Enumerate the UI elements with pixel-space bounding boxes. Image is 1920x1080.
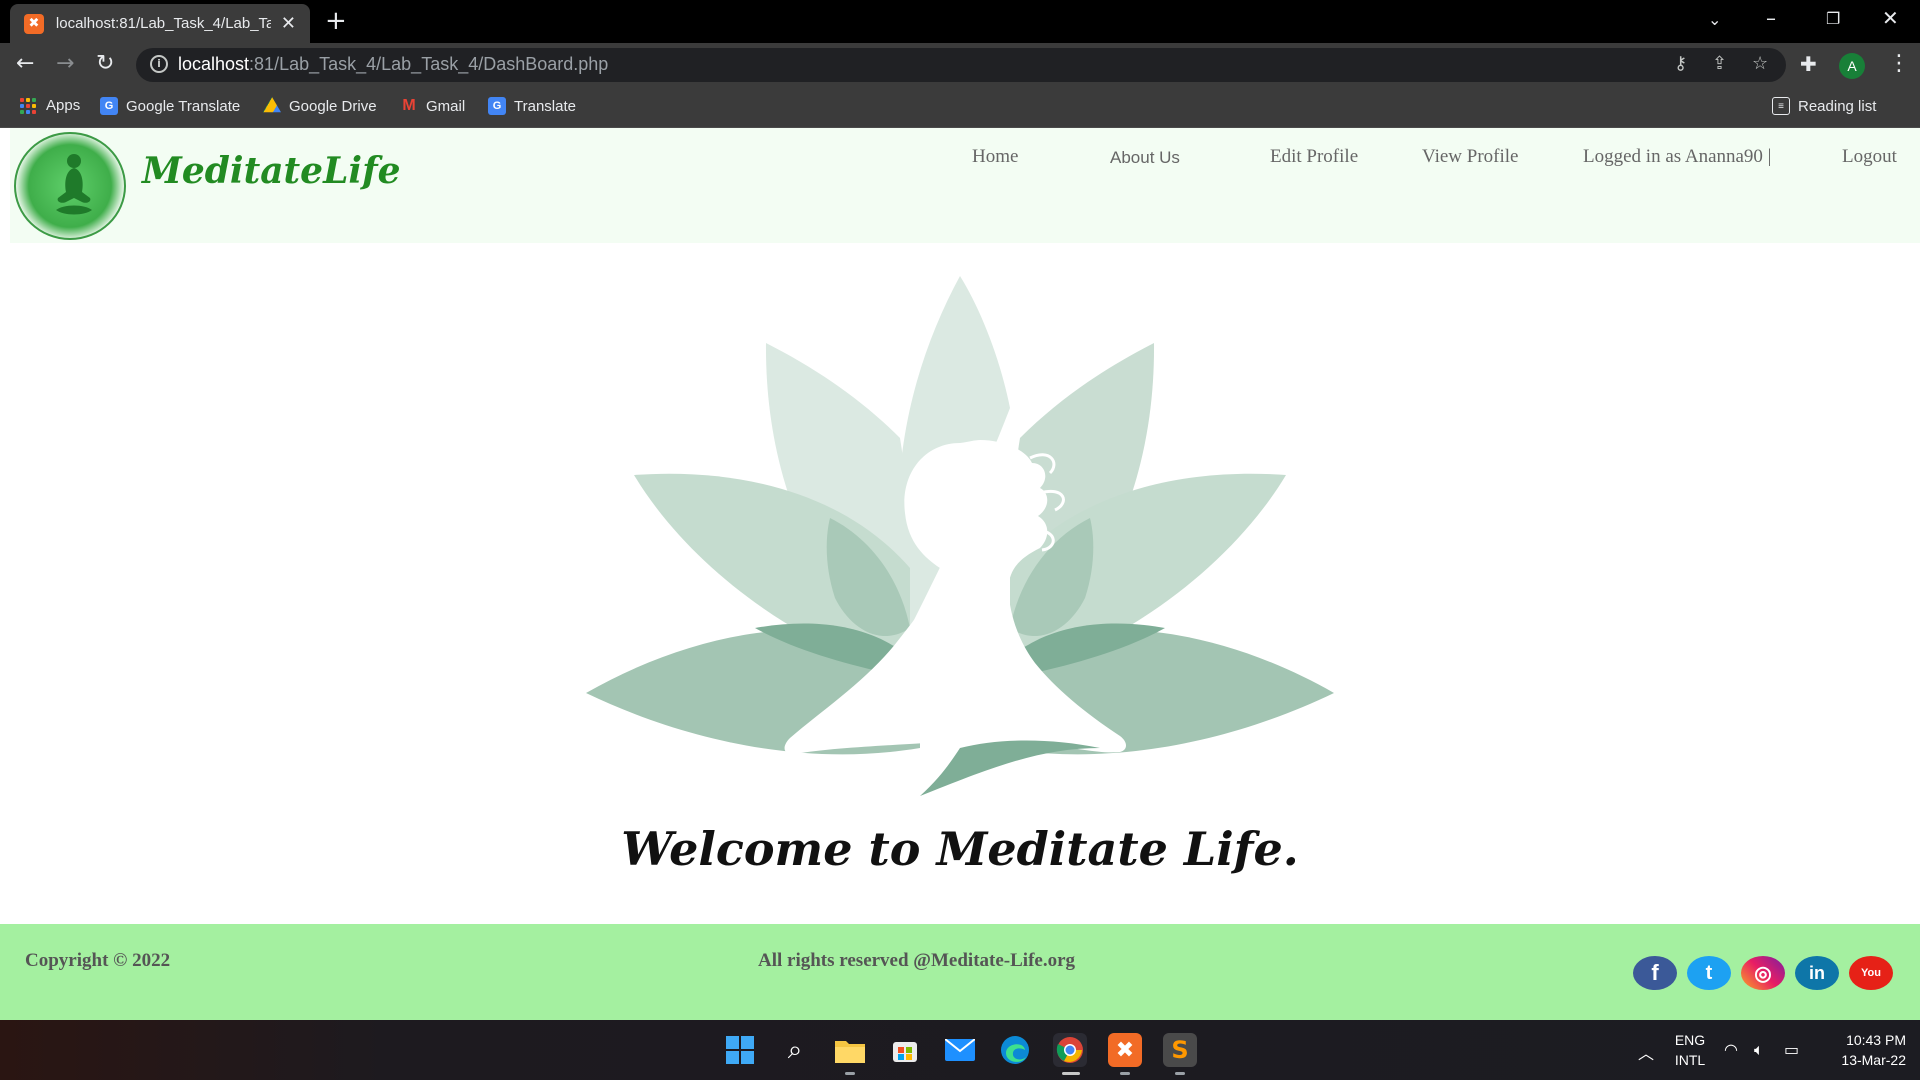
volume-icon[interactable]: 🔈︎ <box>1754 1040 1764 1060</box>
forward-icon[interactable]: → <box>56 51 74 76</box>
back-icon[interactable]: ← <box>16 51 34 76</box>
bookmarks-bar: Apps G Google Translate Google Drive M G… <box>0 88 1920 128</box>
brand-name[interactable]: MeditateLife <box>142 150 400 192</box>
bookmark-label: Gmail <box>426 97 466 115</box>
language-variant[interactable]: INTL <box>1668 1052 1712 1068</box>
extensions-icon[interactable]: ✚ <box>1800 52 1817 76</box>
google-drive-icon <box>263 97 281 113</box>
bookmark-label: Google Drive <box>289 97 377 115</box>
bookmark-google-translate[interactable]: G Google Translate <box>100 97 240 115</box>
tab-title: localhost:81/Lab_Task_4/Lab_Task_4/DashB… <box>55 15 271 32</box>
lotus-meditation-illustration <box>586 276 1334 796</box>
tab-strip: ✖ localhost:81/Lab_Task_4/Lab_Task_4/Das… <box>0 0 1920 43</box>
tab-search-icon[interactable]: ⌄ <box>1708 10 1721 29</box>
microsoft-store-icon[interactable] <box>888 1033 922 1067</box>
instagram-icon[interactable]: ◎ <box>1741 956 1785 990</box>
bookmark-label: Google Translate <box>126 97 241 115</box>
file-explorer-icon[interactable] <box>833 1033 867 1067</box>
address-bar[interactable]: i localhost:81/Lab_Task_4/Lab_Task_4/Das… <box>136 48 1786 82</box>
browser-tab[interactable]: ✖ localhost:81/Lab_Task_4/Lab_Task_4/Das… <box>10 4 310 43</box>
rights-text: All rights reserved @Meditate-Life.org <box>758 950 1076 971</box>
reading-list-icon: ≡ <box>1772 97 1790 115</box>
language-indicator[interactable]: ENG <box>1668 1032 1712 1048</box>
reload-icon[interactable]: ↻ <box>96 51 114 76</box>
new-tab-button[interactable]: + <box>325 6 347 36</box>
reading-list-button[interactable]: ≡ Reading list <box>1772 97 1876 115</box>
key-icon[interactable]: ⚷ <box>1674 53 1687 74</box>
nav-home[interactable]: Home <box>972 146 1018 168</box>
star-icon[interactable]: ☆ <box>1752 53 1768 74</box>
window-close-icon[interactable]: ✕ <box>1882 6 1899 30</box>
mail-icon[interactable] <box>943 1033 977 1067</box>
running-indicator <box>845 1072 855 1075</box>
running-indicator <box>1175 1072 1185 1075</box>
logged-in-label: Logged in as Ananna90 | <box>1583 146 1772 167</box>
clock-date[interactable]: 13-Mar-22 <box>1816 1052 1906 1068</box>
facebook-icon[interactable]: f <box>1633 956 1677 990</box>
url-path: :81/Lab_Task_4/Lab_Task_4/DashBoard.php <box>249 54 609 74</box>
bookmark-translate[interactable]: G Translate <box>488 97 576 115</box>
edge-icon[interactable] <box>998 1033 1032 1067</box>
xampp-icon: ✖ <box>24 13 44 34</box>
sublime-text-icon[interactable]: S <box>1163 1033 1197 1067</box>
xampp-icon[interactable]: ✖ <box>1108 1033 1142 1067</box>
logo[interactable] <box>14 132 126 240</box>
nav-edit-profile[interactable]: Edit Profile <box>1270 146 1358 168</box>
site-info-icon[interactable]: i <box>150 55 168 73</box>
bookmark-label: Apps <box>46 97 81 114</box>
clock-time[interactable]: 10:43 PM <box>1816 1032 1906 1048</box>
browser-toolbar: ← → ↻ i localhost:81/Lab_Task_4/Lab_Task… <box>0 43 1920 88</box>
minimize-icon[interactable]: – <box>1766 6 1776 30</box>
welcome-heading: Welcome to Meditate Life. <box>621 822 1299 876</box>
wifi-icon[interactable]: ◠ <box>1724 1040 1738 1059</box>
youtube-icon[interactable]: You <box>1849 956 1893 990</box>
nav-logout[interactable]: Logout <box>1842 146 1897 168</box>
meditation-figure-icon <box>56 154 92 215</box>
apps-grid-icon <box>20 97 36 114</box>
bookmark-google-drive[interactable]: Google Drive <box>263 97 377 115</box>
bookmark-label: Reading list <box>1798 97 1877 115</box>
windows-start-icon[interactable] <box>723 1033 757 1067</box>
menu-icon[interactable]: ⋮ <box>1888 51 1910 76</box>
close-tab-icon[interactable]: ✕ <box>281 13 296 34</box>
chevron-up-icon[interactable]: ︿ <box>1638 1040 1654 1064</box>
search-icon[interactable]: ⌕ <box>778 1033 812 1067</box>
restore-icon[interactable]: ❐ <box>1826 9 1840 28</box>
site-header: MeditateLife Home About Us Edit Profile … <box>10 128 1920 243</box>
google-translate-icon: G <box>100 97 118 115</box>
url-host: localhost <box>178 54 250 74</box>
translate-icon: G <box>488 97 506 115</box>
url-text[interactable]: localhost:81/Lab_Task_4/Lab_Task_4/DashB… <box>178 54 608 75</box>
nav-about[interactable]: About Us <box>1110 148 1180 168</box>
gmail-icon: M <box>402 97 416 114</box>
bookmark-apps[interactable]: Apps <box>20 97 80 114</box>
running-indicator <box>1120 1072 1130 1075</box>
bookmark-gmail[interactable]: M Gmail <box>400 97 465 115</box>
nav-view-profile[interactable]: View Profile <box>1422 146 1518 168</box>
taskbar: ⌕ ✖ S ︿ ENG INTL ◠ 🔈︎ ▭ 10:43 PM 13-Mar-… <box>0 1020 1920 1080</box>
bookmark-label: Translate <box>514 97 576 115</box>
copyright-text: Copyright © 2022 <box>25 950 171 971</box>
active-indicator <box>1062 1072 1080 1075</box>
share-icon[interactable]: ⇪ <box>1712 53 1727 74</box>
linkedin-icon[interactable]: in <box>1795 956 1839 990</box>
twitter-icon[interactable]: t <box>1687 956 1731 990</box>
battery-icon[interactable]: ▭ <box>1784 1040 1799 1059</box>
profile-avatar[interactable]: A <box>1839 53 1865 79</box>
chrome-icon[interactable] <box>1053 1033 1087 1067</box>
site-footer: Copyright © 2022 All rights reserved @Me… <box>0 924 1920 1020</box>
